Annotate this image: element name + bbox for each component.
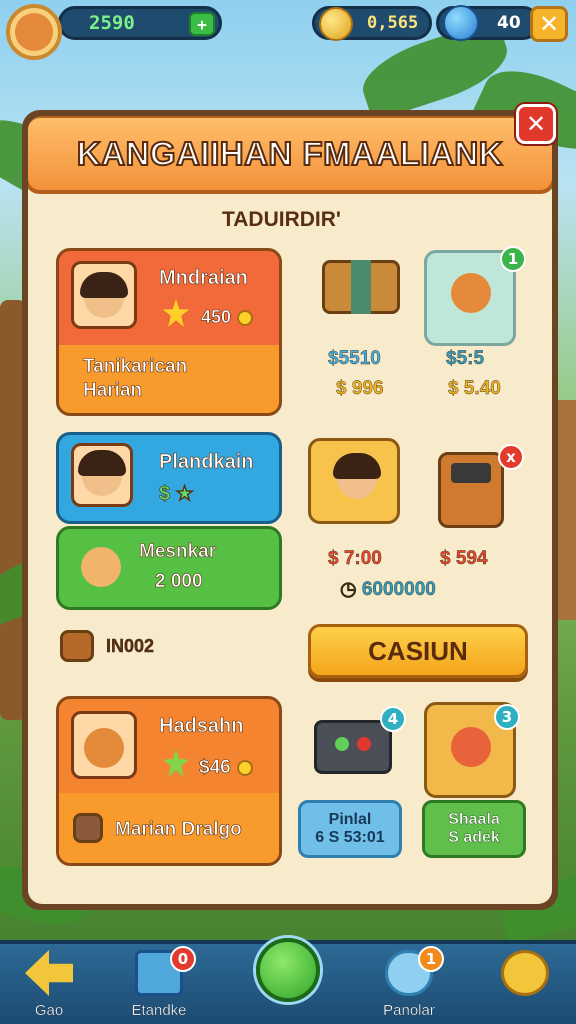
bag-icon: [60, 630, 94, 662]
coin-icon: [237, 310, 254, 327]
add-green-currency-button[interactable]: +: [189, 12, 215, 36]
panel-subtitle: TADUIRDIR': [222, 208, 341, 231]
panel-badge: 1: [418, 946, 444, 972]
green-action-button[interactable]: Shaala S adek: [422, 800, 526, 858]
blue-action-button[interactable]: Pinlal 6 S 53:01: [298, 800, 402, 858]
fox-tile-badge: 1: [500, 246, 526, 272]
green-star-icon: [163, 749, 189, 777]
chef-price-1: $ 7:00: [328, 548, 382, 569]
offer-subtitle-line2: Harian: [83, 380, 143, 402]
machine-badge: x: [498, 444, 524, 470]
offer-card-price: $ ★: [159, 483, 194, 506]
offer-card-title: Plandkain: [159, 451, 254, 474]
gold-currency-value: 0,565: [367, 13, 419, 33]
gem-icon: [443, 5, 479, 41]
bottom-navigation: Gao 0 Etandke 1 Panolar: [0, 938, 576, 1024]
offer-price-value: $46: [199, 757, 231, 779]
character-portrait: [71, 711, 137, 779]
offer-card-title: Hadsahn: [159, 715, 244, 738]
panel-title-bar: KANGAIIHAN FMAALIANK: [28, 116, 552, 194]
gold-currency-counter: 0,565: [312, 6, 432, 41]
chef-price-2: ◷ 6000000: [340, 578, 436, 601]
treasure-chest-item[interactable]: [322, 260, 400, 314]
shop-panel-body: KANGAIIHAN FMAALIANK TADUIRDIR' Mndraian…: [28, 116, 552, 904]
offer-card-title: Mesnkar: [139, 541, 217, 563]
offer-card-1[interactable]: Mndraian 450 Tanikarican Harian: [56, 248, 282, 416]
otter-avatar-icon: [84, 728, 124, 768]
fox-price-2: $ 5.40: [448, 378, 501, 399]
chest-price-1: $5510: [328, 348, 381, 369]
nav-center-button[interactable]: [256, 938, 320, 1002]
offer-card-2[interactable]: Plandkain $ ★: [56, 432, 282, 524]
magnifier-icon: [501, 950, 549, 996]
offer-card-price: 2 000: [155, 571, 203, 593]
chef-price-2-value: 6000000: [361, 579, 436, 600]
offer-card-price: 450: [201, 307, 254, 328]
green-button-line1: Shaala: [448, 811, 500, 828]
clock-icon: ◷: [340, 579, 362, 600]
panel-title: KANGAIIHAN FMAALIANK: [76, 134, 504, 173]
shop-panel: KANGAIIHAN FMAALIANK TADUIRDIR' Mndraian…: [22, 110, 558, 910]
casino-button[interactable]: CASIUN: [308, 624, 528, 678]
nav-item-inventory[interactable]: 0 Etandke: [114, 946, 204, 1024]
offer-card-4[interactable]: Hadsahn $46 Marian Dralgo: [56, 696, 282, 866]
girl-avatar-icon: [78, 450, 126, 496]
arcade-machine-item[interactable]: [438, 452, 504, 528]
close-icon: ✕: [525, 110, 547, 138]
nav-item-panel[interactable]: 1 Panolar: [364, 946, 454, 1024]
nav-label: Panolar: [383, 1002, 435, 1019]
character-portrait: [71, 443, 133, 507]
green-currency-counter: 2590 +: [58, 6, 222, 40]
dog-icon: [81, 547, 121, 587]
game-console-item[interactable]: [314, 720, 392, 774]
bag-icon: [73, 813, 103, 843]
bag-label: IN002: [106, 636, 155, 656]
girl-avatar-icon: [80, 272, 128, 318]
blue-button-line2: 6 S 53:01: [315, 829, 385, 846]
nav-item-search[interactable]: [480, 950, 570, 1024]
nav-label: Gao: [34, 1002, 64, 1019]
nav-item-back[interactable]: Gao: [4, 950, 94, 1024]
plus-icon: +: [197, 14, 207, 34]
casino-button-label: CASIUN: [368, 635, 468, 666]
chef-item-tile[interactable]: [308, 438, 400, 524]
inventory-badge: 0: [170, 946, 196, 972]
blue-button-line1: Pinlal: [328, 811, 372, 828]
offer-price-value: $: [159, 483, 171, 506]
chest-price-2: $ 996: [336, 378, 384, 399]
close-icon: ✕: [538, 10, 560, 38]
top-hud: 2590 + 0,565 40 ✕: [0, 0, 576, 60]
coin-icon: [236, 759, 253, 776]
cat-tile-badge: 3: [494, 704, 520, 730]
chef-avatar-icon: [333, 453, 381, 499]
fox-icon: [451, 273, 491, 313]
green-button-line2: S adek: [448, 829, 500, 846]
console-badge: 4: [380, 706, 406, 732]
offer-card-title: Mndraian: [159, 267, 249, 290]
offer-card-3[interactable]: Mesnkar 2 000: [56, 526, 282, 610]
hud-close-button[interactable]: ✕: [530, 6, 568, 42]
machine-price-1: $ 594: [440, 548, 488, 569]
offer-card-subtitle: Marian Dralgo: [115, 819, 242, 841]
panel-close-button[interactable]: ✕: [516, 104, 556, 144]
offer-price-value: 450: [201, 307, 232, 328]
star-icon: [163, 299, 189, 327]
nav-label: Etandke: [131, 1002, 187, 1019]
gem-currency-value: 40: [497, 13, 521, 33]
back-arrow-icon: [25, 950, 73, 996]
gem-currency-counter: 40: [436, 5, 540, 41]
character-portrait: [71, 261, 137, 329]
green-currency-value: 2590: [89, 12, 135, 34]
offer-subtitle-line1: Tanikarican: [83, 356, 188, 378]
gold-coin-icon: [319, 7, 353, 41]
player-avatar[interactable]: [6, 4, 62, 60]
offer-card-subtitle: Tanikarican Harian: [83, 355, 188, 403]
fox-avatar-icon: [15, 13, 53, 51]
cat-icon: [451, 727, 491, 767]
fox-price-1: $5:5: [446, 348, 485, 369]
offer-card-price: $46: [199, 757, 253, 779]
